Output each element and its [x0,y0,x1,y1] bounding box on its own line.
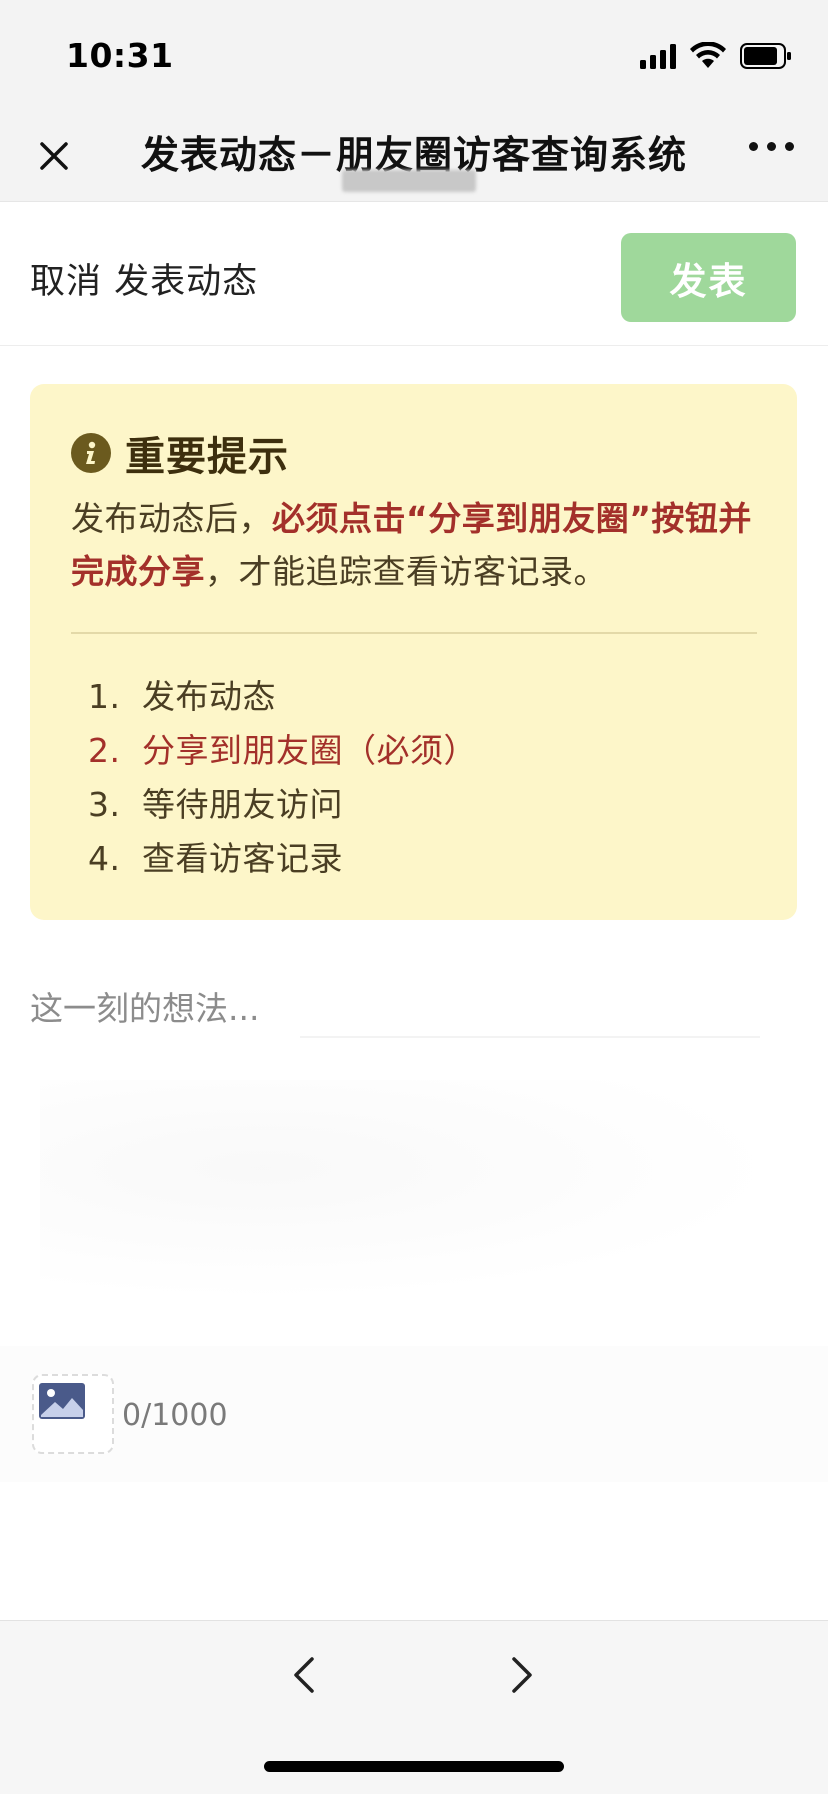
divider [71,632,757,634]
step-item: 1. 发布动态 [88,670,477,724]
add-image-button[interactable] [32,1374,114,1454]
cancel-compose-link[interactable]: 取消 发表动态 [30,253,258,304]
status-time: 10:31 [66,36,174,75]
page: 10:31 发表动态－朋友圈访客查询系统 取消 发表动态 发表 重要提示 发布动… [0,0,828,1794]
step-item: 2. 分享到朋友圈（必须） [88,724,477,778]
blurred-subtitle [342,170,476,192]
notice-body-text: 发布动态后， [71,499,272,538]
notice-title: 重要提示 [125,434,289,480]
notice-header: 重要提示 [71,424,289,482]
home-indicator [264,1761,564,1772]
step-text: 发布动态 [142,677,276,716]
status-icons [640,42,792,70]
chevron-left-icon [294,1657,314,1693]
cellular-signal-icon [640,43,676,69]
thought-input[interactable] [30,978,760,1038]
step-item: 4. 查看访客记录 [88,832,477,886]
browser-bottom-bar [0,1620,828,1794]
step-text: 等待朋友访问 [142,785,343,824]
input-underline [300,1036,760,1038]
back-button[interactable] [284,1651,324,1699]
step-text: 查看访客记录 [142,839,343,878]
attachment-row: 0/1000 [0,1346,828,1482]
close-icon [40,142,68,170]
top-chrome: 10:31 发表动态－朋友圈访客查询系统 [0,0,828,202]
steps-list: 1. 发布动态 2. 分享到朋友圈（必须） 3. 等待朋友访问 4. 查看访客记录 [88,670,477,886]
info-icon [71,433,111,473]
publish-button[interactable]: 发表 [621,233,796,322]
step-number: 3. [88,785,121,824]
blurred-content-area [40,1080,780,1300]
character-count: 0/1000 [122,1398,228,1433]
more-button[interactable] [749,142,794,151]
step-number: 2. [88,731,121,770]
more-icon-dot [785,142,794,151]
picture-icon [39,1383,85,1419]
more-icon-dot [767,142,776,151]
chevron-right-icon [512,1657,532,1693]
important-notice-card: 重要提示 发布动态后，必须点击“分享到朋友圈”按钮并完成分享，才能追踪查看访客记… [30,384,797,920]
step-text: 分享到朋友圈（必须） [142,731,477,770]
step-item: 3. 等待朋友访问 [88,778,477,832]
close-button[interactable] [34,136,74,176]
step-number: 4. [88,839,121,878]
notice-body-text: ，才能追踪查看访客记录。 [205,552,607,591]
compose-header: 取消 发表动态 发表 [0,203,828,346]
step-number: 1. [88,677,121,716]
more-icon-dot [749,142,758,151]
battery-icon [740,43,792,69]
wifi-icon [690,42,726,70]
notice-body: 发布动态后，必须点击“分享到朋友圈”按钮并完成分享，才能追踪查看访客记录。 [71,492,771,598]
forward-button[interactable] [502,1651,542,1699]
